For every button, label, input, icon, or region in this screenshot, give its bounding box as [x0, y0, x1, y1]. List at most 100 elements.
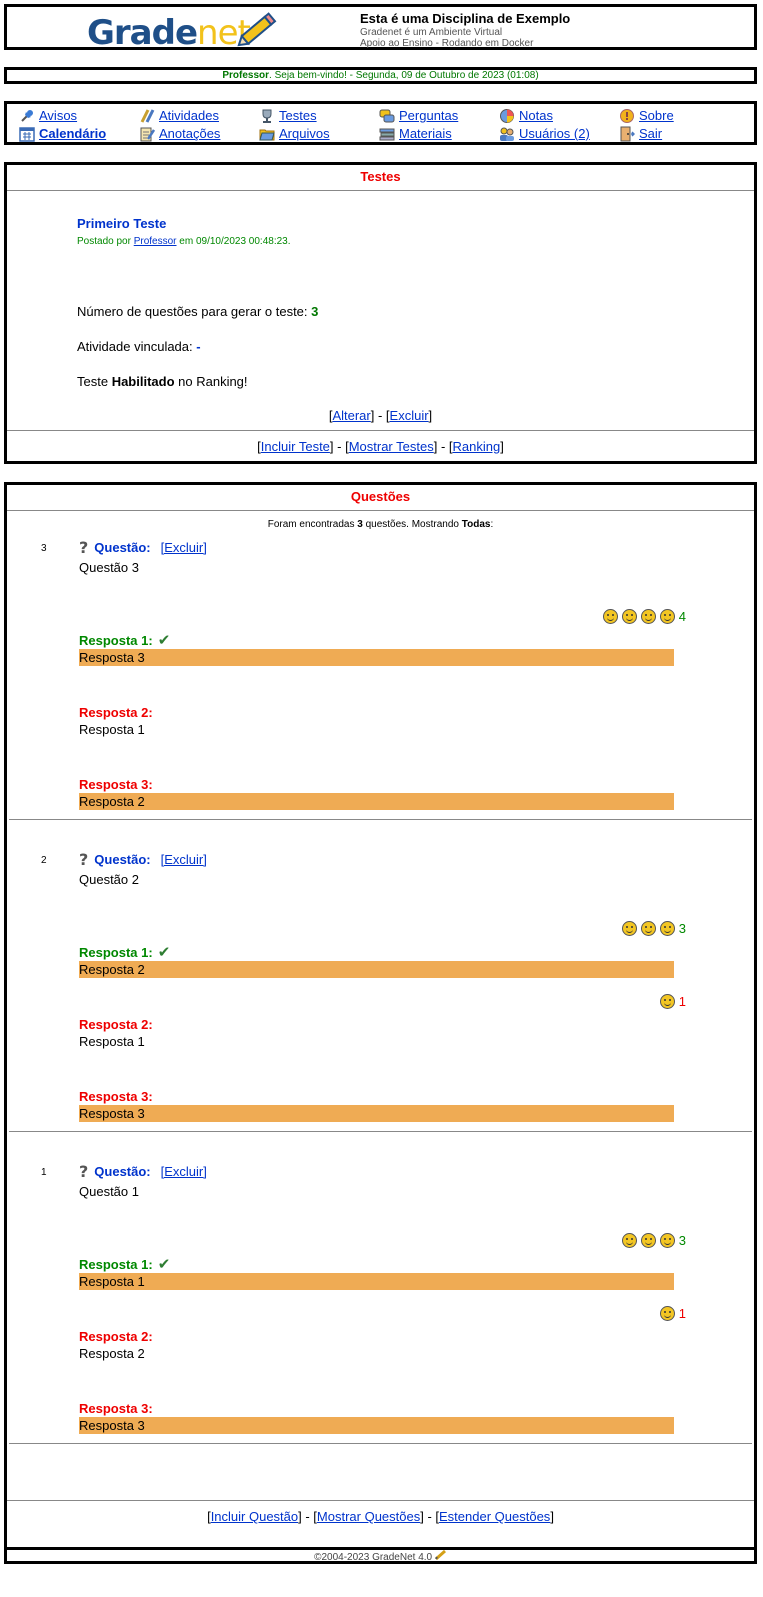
menu-item-avisos[interactable]: Avisos — [19, 107, 77, 124]
question-number: 1 — [41, 1167, 47, 1178]
menu-link-avisos[interactable]: Avisos — [39, 108, 77, 123]
questoes-title: Questões — [7, 485, 754, 511]
header: Gradenet Esta é uma Disciplina de Exempl… — [4, 4, 757, 53]
ranking-link[interactable]: Ranking — [453, 439, 501, 454]
check-icon: ✔ — [157, 944, 171, 961]
mostrar-testes-link[interactable]: Mostrar Testes — [349, 439, 434, 454]
answer-votes: 1 — [656, 994, 686, 1009]
num-questions-value: 3 — [311, 304, 319, 319]
smiley-icon — [659, 921, 675, 936]
answer-label-correct: Resposta 1: ✔ — [79, 631, 170, 649]
activity-value: - — [196, 339, 201, 354]
check-icon: ✔ — [157, 632, 171, 649]
ranking-status-line: Teste Habilitado no Ranking! — [77, 374, 248, 389]
main-menu: Avisos Atividades Testes Perguntas Notas… — [4, 101, 757, 145]
activity-label: Atividade vinculada: — [77, 339, 197, 354]
question-text: Questão 2 — [79, 872, 139, 887]
menu-item-arquivos[interactable]: Arquivos — [259, 125, 330, 142]
questoes-panel: Questões Foram encontradas 3 questões. M… — [4, 482, 757, 1555]
smiley-icon — [659, 609, 675, 624]
excluir-question-link[interactable]: [Excluir] — [161, 852, 207, 867]
menu-item-perguntas[interactable]: Perguntas — [379, 107, 458, 124]
info-icon — [620, 108, 634, 123]
logo-text-grade: Grade — [87, 13, 198, 53]
menu-link-atividades[interactable]: Atividades — [159, 108, 219, 123]
menu-link-arquivos[interactable]: Arquivos — [279, 126, 330, 141]
question-header: ? Questão: [Excluir] — [79, 850, 207, 869]
notepad-icon — [140, 127, 155, 141]
question-label: Questão: — [94, 540, 151, 555]
menu-item-calendario[interactable]: Calendário — [19, 125, 106, 142]
answer-label-correct: Resposta 1: ✔ — [79, 943, 170, 961]
footer-text: ©2004-2023 GradeNet 4.0 — [314, 1552, 433, 1563]
menu-link-notas[interactable]: Notas — [519, 108, 553, 123]
posted-prefix: Postado por — [77, 236, 134, 247]
answer-label-wrong: Resposta 2: — [79, 1329, 153, 1344]
menu-link-sair[interactable]: Sair — [639, 126, 662, 141]
welcome-bar: Professor. Seja bem-vindo! - Segunda, 09… — [4, 67, 757, 84]
answer-votes: 3 — [618, 1233, 686, 1248]
posted-by-link[interactable]: Professor — [134, 236, 177, 247]
menu-item-notas[interactable]: Notas — [499, 107, 553, 124]
welcome-message: . Seja bem-vindo! - Segunda, 09 de Outub… — [269, 70, 539, 81]
found-summary: Foram encontradas 3 questões. Mostrando … — [7, 519, 754, 530]
ranking-prefix: Teste — [77, 374, 112, 389]
answer-label-text: Resposta 1: — [79, 632, 153, 648]
answer-text: Resposta 1 — [79, 722, 145, 737]
answer-text: Resposta 2 — [79, 961, 674, 978]
smiley-icon — [621, 609, 637, 624]
menu-link-materiais[interactable]: Materiais — [399, 126, 452, 141]
incluir-questao-link[interactable]: Incluir Questão — [211, 1509, 298, 1524]
menu-item-atividades[interactable]: Atividades — [139, 107, 219, 124]
incluir-teste-link[interactable]: Incluir Teste — [261, 439, 330, 454]
answer-votes: 4 — [599, 609, 686, 624]
menu-link-calendario[interactable]: Calendário — [39, 126, 106, 141]
menu-item-anotacoes[interactable]: Anotações — [139, 125, 220, 142]
welcome-user: Professor — [222, 70, 270, 81]
answer-text: Resposta 2 — [79, 1346, 145, 1361]
question-label: Questão: — [94, 852, 151, 867]
menu-link-usuarios[interactable]: Usuários (2) — [519, 126, 590, 141]
gradenet-logo: Gradenet — [87, 12, 277, 53]
divider — [7, 1500, 754, 1501]
questoes-footer-actions: [Incluir Questão] - [Mostrar Questões] -… — [207, 1509, 554, 1524]
menu-item-materiais[interactable]: Materiais — [379, 125, 452, 142]
menu-link-testes[interactable]: Testes — [279, 108, 317, 123]
answer-label-wrong: Resposta 3: — [79, 777, 153, 792]
question-header: ? Questão: [Excluir] — [79, 1162, 207, 1181]
menu-link-anotacoes[interactable]: Anotações — [159, 126, 220, 141]
question-mark-icon: ? — [79, 1162, 89, 1181]
estender-questoes-link[interactable]: Estender Questões — [439, 1509, 550, 1524]
question-divider — [9, 819, 752, 820]
menu-item-sair[interactable]: Sair — [619, 125, 662, 142]
excluir-question-link[interactable]: [Excluir] — [161, 1164, 207, 1179]
pencil-icon — [434, 1549, 446, 1561]
found-middle: questões. Mostrando — [362, 519, 462, 530]
menu-item-sobre[interactable]: Sobre — [619, 107, 674, 124]
excluir-test-link[interactable]: Excluir — [390, 408, 429, 423]
vote-count: 3 — [678, 921, 686, 936]
vote-count: 4 — [678, 609, 686, 624]
excluir-question-link[interactable]: [Excluir] — [161, 540, 207, 555]
question-label: Questão: — [94, 1164, 151, 1179]
ranking-status: Habilitado — [111, 374, 175, 389]
smiley-icon — [640, 609, 656, 624]
menu-link-perguntas[interactable]: Perguntas — [399, 108, 458, 123]
pin-icon — [21, 109, 33, 122]
footer: ©2004-2023 GradeNet 4.0 — [4, 1547, 757, 1564]
answer-text: Resposta 3 — [79, 1105, 674, 1122]
mostrar-questoes-link[interactable]: Mostrar Questões — [317, 1509, 420, 1524]
menu-item-usuarios[interactable]: Usuários (2) — [499, 125, 590, 142]
answer-text: Resposta 3 — [79, 1417, 674, 1434]
activity-line: Atividade vinculada: - — [77, 339, 201, 354]
menu-link-sobre[interactable]: Sobre — [639, 108, 674, 123]
pencils-icon — [140, 108, 155, 123]
pie-chart-icon — [500, 108, 514, 123]
smiley-icon — [621, 1233, 637, 1248]
smiley-icon — [640, 1233, 656, 1248]
smiley-icon — [640, 921, 656, 936]
alterar-link[interactable]: Alterar — [332, 408, 370, 423]
smiley-icon — [659, 1306, 675, 1321]
menu-item-testes[interactable]: Testes — [259, 107, 317, 124]
exit-door-icon — [620, 126, 635, 141]
